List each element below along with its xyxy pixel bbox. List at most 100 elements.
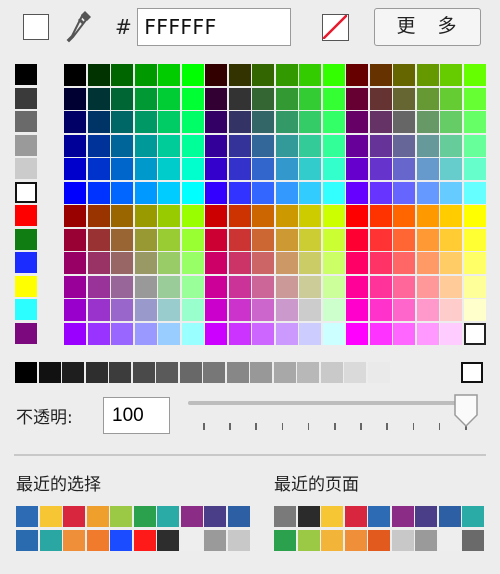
- color-swatch[interactable]: [393, 299, 415, 321]
- color-swatch[interactable]: [369, 181, 392, 204]
- color-swatch[interactable]: [87, 158, 110, 180]
- color-swatch[interactable]: [87, 87, 110, 110]
- recent-selection-swatch[interactable]: [157, 529, 179, 551]
- gray-swatch[interactable]: [132, 362, 155, 383]
- more-button[interactable]: 更 多: [374, 8, 481, 46]
- recent-page-swatch[interactable]: [368, 529, 390, 551]
- color-swatch[interactable]: [228, 299, 251, 321]
- color-swatch[interactable]: [64, 228, 86, 251]
- color-swatch[interactable]: [87, 322, 110, 345]
- color-swatch[interactable]: [64, 87, 86, 110]
- hex-color-input[interactable]: [137, 8, 291, 46]
- color-swatch[interactable]: [228, 181, 251, 204]
- color-swatch[interactable]: [369, 158, 392, 180]
- color-swatch[interactable]: [346, 299, 368, 321]
- no-color-button[interactable]: [322, 14, 349, 41]
- color-swatch[interactable]: [322, 252, 345, 274]
- recent-selection-swatch[interactable]: [204, 506, 226, 527]
- color-swatch[interactable]: [15, 87, 37, 109]
- color-swatch[interactable]: [205, 111, 227, 133]
- color-swatch[interactable]: [440, 275, 462, 298]
- color-swatch[interactable]: [134, 275, 157, 298]
- color-swatch[interactable]: [463, 299, 486, 321]
- color-swatch[interactable]: [463, 252, 486, 274]
- color-swatch[interactable]: [158, 252, 180, 274]
- color-swatch[interactable]: [181, 111, 204, 133]
- recent-page-swatch[interactable]: [462, 529, 484, 551]
- color-swatch[interactable]: [111, 64, 133, 86]
- color-swatch[interactable]: [158, 275, 180, 298]
- gray-swatch[interactable]: [62, 362, 84, 383]
- color-swatch[interactable]: [111, 252, 133, 274]
- recent-selection-swatch[interactable]: [39, 506, 62, 527]
- color-swatch[interactable]: [87, 299, 110, 321]
- color-swatch[interactable]: [64, 322, 86, 345]
- color-swatch[interactable]: [15, 228, 37, 250]
- color-swatch[interactable]: [252, 181, 274, 204]
- color-swatch[interactable]: [275, 111, 298, 133]
- color-swatch[interactable]: [64, 134, 86, 157]
- color-swatch[interactable]: [181, 87, 204, 110]
- gray-swatch[interactable]: [38, 362, 61, 383]
- gray-swatch[interactable]: [156, 362, 178, 383]
- color-swatch[interactable]: [252, 299, 274, 321]
- color-swatch[interactable]: [346, 205, 368, 227]
- color-swatch[interactable]: [275, 322, 298, 345]
- color-swatch[interactable]: [181, 252, 204, 274]
- color-swatch[interactable]: [252, 275, 274, 298]
- color-swatch[interactable]: [228, 111, 251, 133]
- recent-page-swatch[interactable]: [321, 506, 343, 527]
- color-swatch[interactable]: [205, 205, 227, 227]
- color-swatch[interactable]: [158, 181, 180, 204]
- color-swatch[interactable]: [111, 87, 133, 110]
- color-swatch[interactable]: [440, 322, 462, 345]
- recent-selection-swatch[interactable]: [16, 506, 38, 527]
- color-swatch[interactable]: [275, 64, 298, 86]
- recent-selection-swatch[interactable]: [133, 529, 156, 551]
- color-swatch[interactable]: [346, 252, 368, 274]
- color-swatch[interactable]: [87, 228, 110, 251]
- color-swatch[interactable]: [299, 322, 321, 345]
- color-swatch[interactable]: [440, 158, 462, 180]
- color-swatch[interactable]: [275, 275, 298, 298]
- color-swatch[interactable]: [158, 299, 180, 321]
- color-swatch[interactable]: [440, 228, 462, 251]
- gray-swatch[interactable]: [179, 362, 202, 383]
- color-swatch[interactable]: [252, 111, 274, 133]
- color-swatch[interactable]: [299, 158, 321, 180]
- color-swatch[interactable]: [463, 64, 486, 86]
- color-swatch[interactable]: [346, 228, 368, 251]
- color-swatch[interactable]: [346, 181, 368, 204]
- recent-page-swatch[interactable]: [321, 529, 343, 551]
- color-swatch[interactable]: [15, 322, 37, 344]
- color-swatch[interactable]: [275, 228, 298, 251]
- recent-selection-swatch[interactable]: [86, 529, 109, 551]
- gray-swatch[interactable]: [203, 362, 225, 383]
- color-swatch[interactable]: [205, 275, 227, 298]
- color-swatch[interactable]: [205, 252, 227, 274]
- color-swatch[interactable]: [181, 228, 204, 251]
- color-swatch[interactable]: [393, 181, 415, 204]
- recent-selection-swatch[interactable]: [227, 529, 250, 551]
- color-swatch[interactable]: [463, 111, 486, 133]
- color-swatch[interactable]: [369, 299, 392, 321]
- color-swatch[interactable]: [416, 299, 439, 321]
- recent-page-swatch[interactable]: [391, 529, 414, 551]
- color-swatch[interactable]: [252, 87, 274, 110]
- color-swatch[interactable]: [181, 181, 204, 204]
- color-swatch[interactable]: [322, 299, 345, 321]
- color-swatch[interactable]: [440, 299, 462, 321]
- color-swatch[interactable]: [440, 64, 462, 86]
- recent-selection-swatch[interactable]: [133, 506, 156, 527]
- recent-selection-swatch[interactable]: [63, 506, 85, 527]
- color-swatch[interactable]: [64, 111, 86, 133]
- color-swatch[interactable]: [134, 158, 157, 180]
- color-swatch[interactable]: [322, 158, 345, 180]
- current-color-swatch[interactable]: [23, 14, 49, 40]
- color-swatch[interactable]: [181, 275, 204, 298]
- color-swatch[interactable]: [346, 158, 368, 180]
- color-swatch[interactable]: [416, 111, 439, 133]
- color-swatch[interactable]: [228, 87, 251, 110]
- recent-page-swatch[interactable]: [297, 506, 320, 527]
- color-swatch[interactable]: [322, 87, 345, 110]
